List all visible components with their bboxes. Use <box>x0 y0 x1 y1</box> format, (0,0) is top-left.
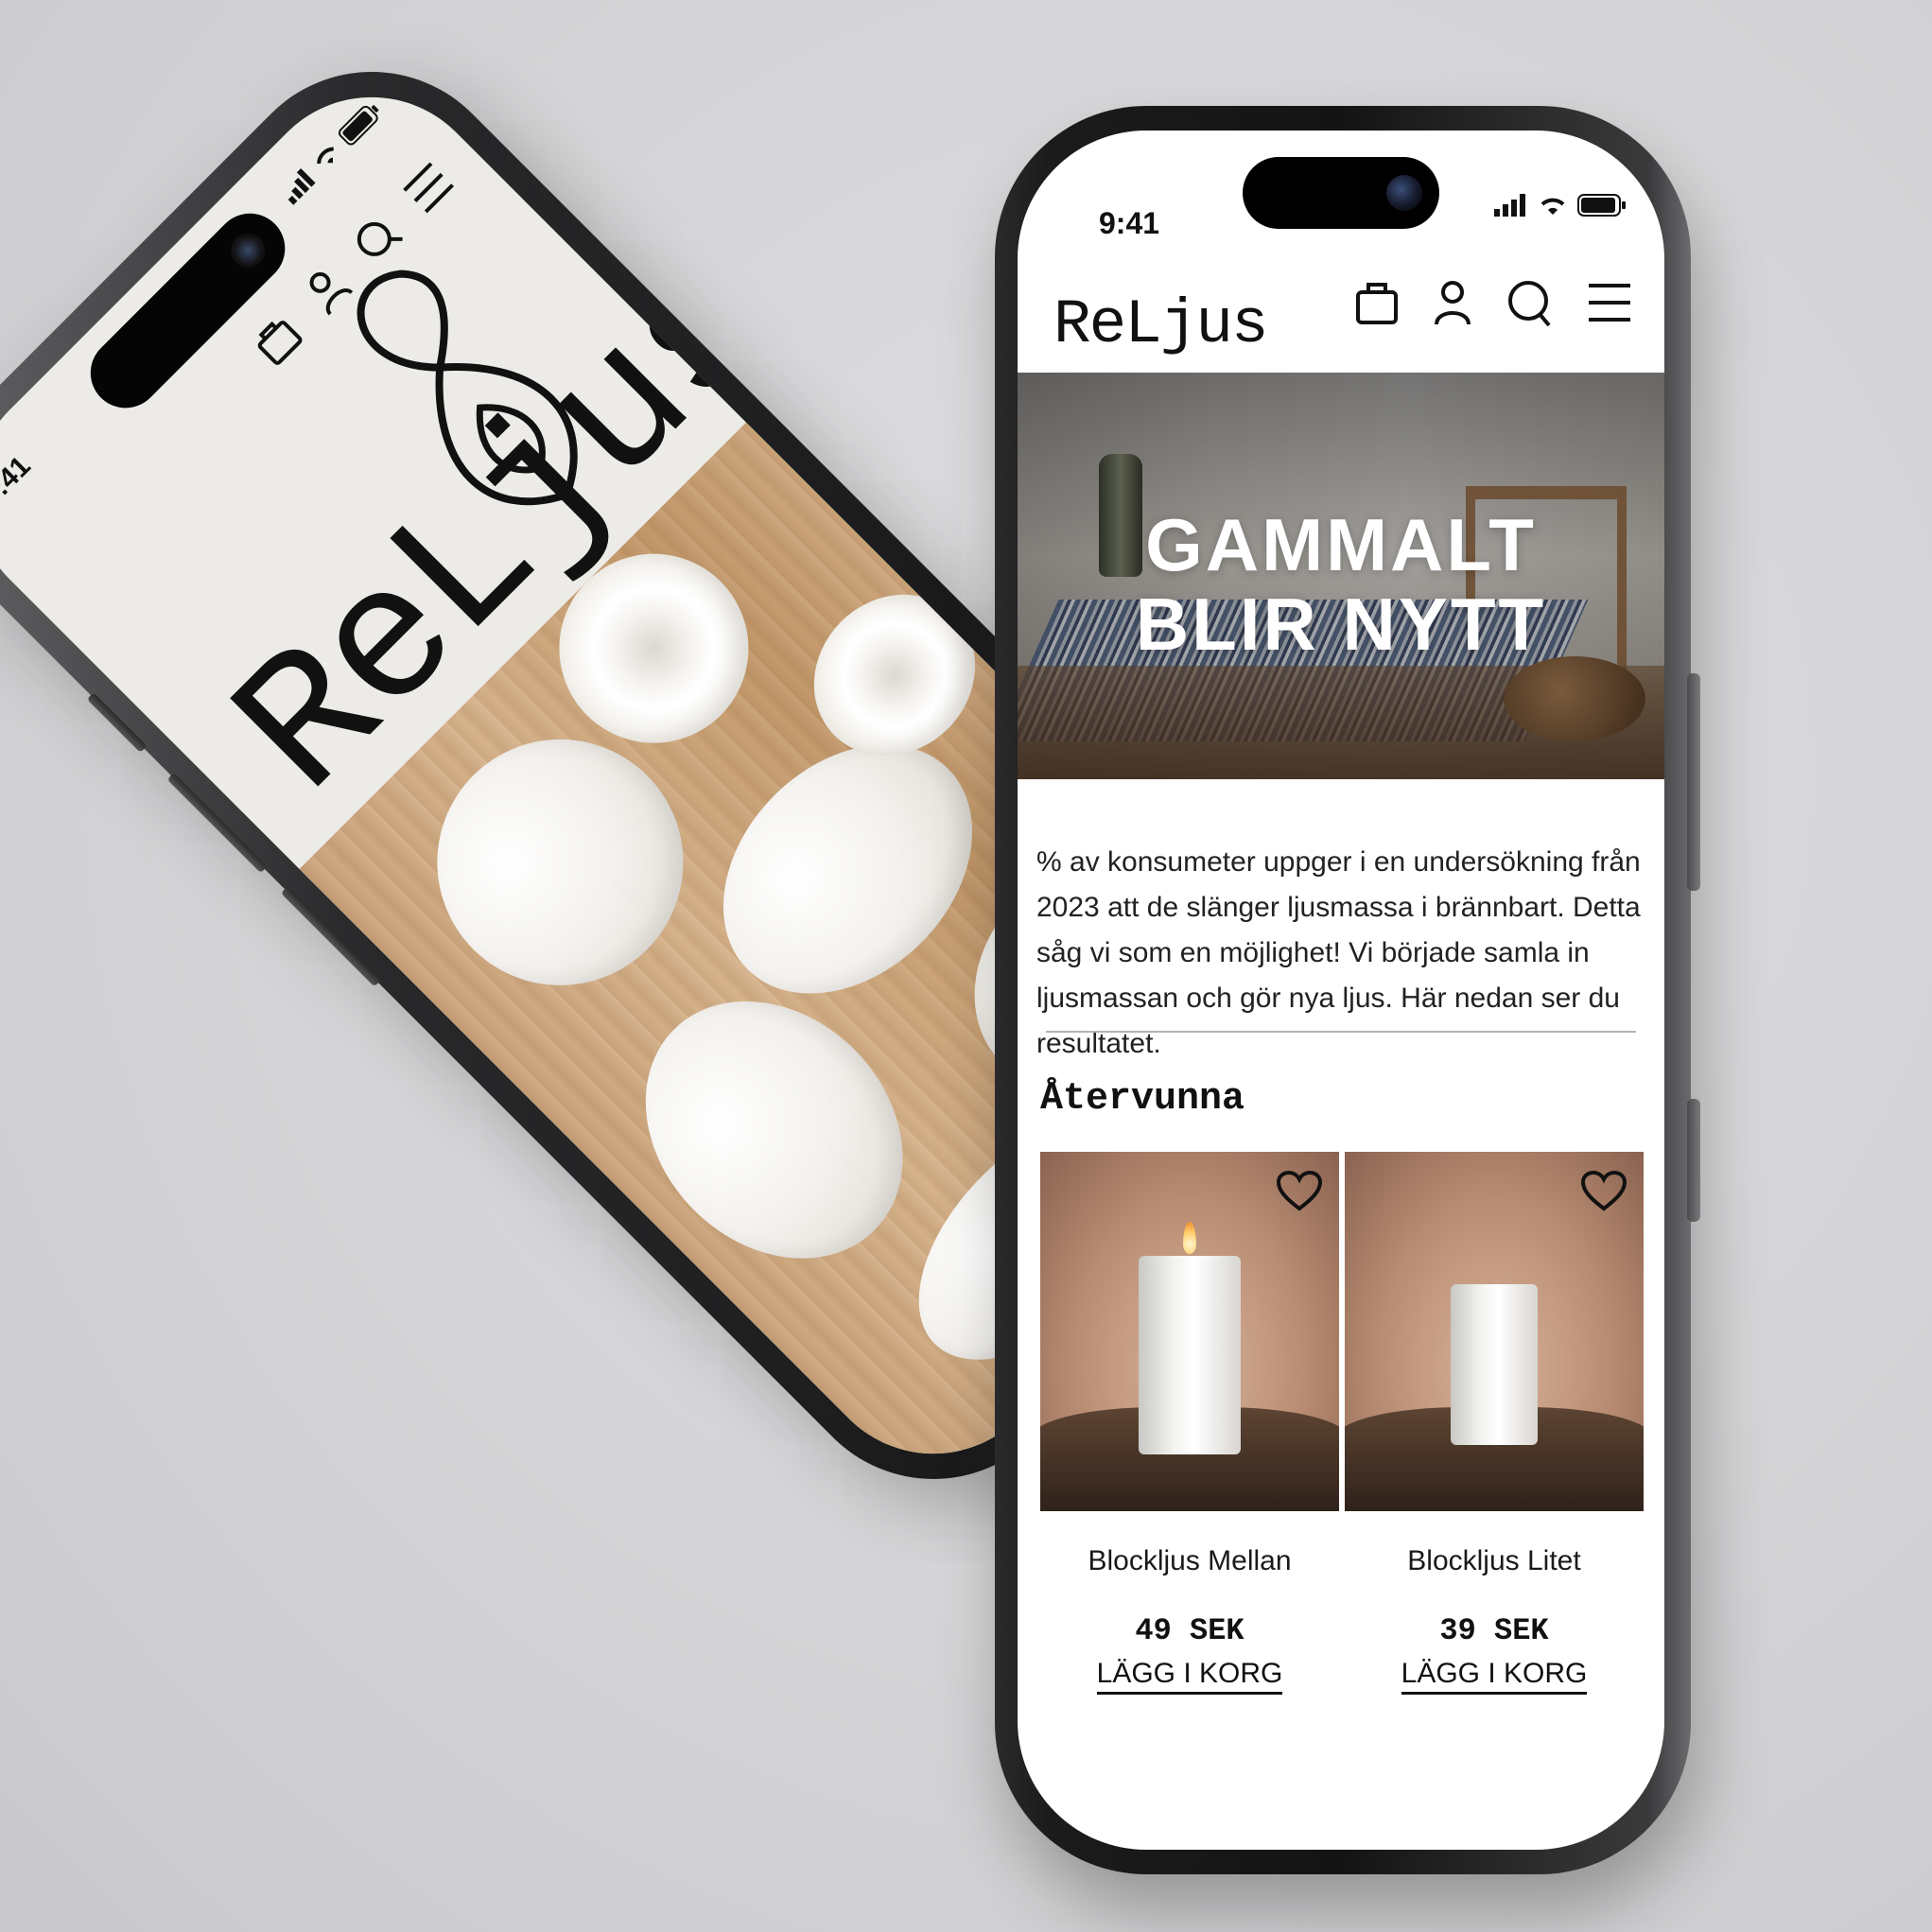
product-name: Blockljus Mellan <box>1088 1545 1292 1576</box>
camera-icon <box>1386 175 1422 211</box>
menu-icon[interactable] <box>1587 282 1632 323</box>
wifi-icon <box>317 147 334 165</box>
status-bar: 9:41 <box>1018 131 1664 253</box>
hero-banner: GAMMALT BLIR NYTT <box>1018 373 1664 779</box>
battery-icon <box>1577 194 1626 217</box>
header-icons <box>1354 278 1632 327</box>
hero-title-line-2: BLIR NYTT <box>1135 583 1547 667</box>
battery-icon <box>339 105 379 146</box>
add-to-cart-button[interactable]: LÄGG I KORG <box>1096 1658 1283 1695</box>
heart-icon[interactable] <box>1580 1170 1627 1217</box>
product-card[interactable]: Blockljus Mellan 49 SEK LÄGG I KORG <box>1040 1152 1339 1695</box>
product-price: 49 SEK <box>1135 1613 1244 1648</box>
section-title: Återvunna <box>1040 1078 1245 1121</box>
status-icons <box>1494 193 1627 218</box>
add-to-cart-button[interactable]: LÄGG I KORG <box>1401 1658 1588 1695</box>
side-button <box>1687 1099 1700 1222</box>
heart-icon[interactable] <box>1276 1170 1323 1217</box>
signal-icon <box>287 167 316 205</box>
user-icon[interactable] <box>1434 279 1471 326</box>
status-time: 9:41 <box>1099 206 1160 240</box>
signal-icon <box>1494 194 1525 217</box>
product-grid: Blockljus Mellan 49 SEK LÄGG I KORG Bloc… <box>1040 1152 1644 1695</box>
product-name: Blockljus Litet <box>1407 1545 1581 1576</box>
power-button <box>1687 673 1700 891</box>
site-header: ReLjus <box>1018 253 1664 367</box>
status-time: 9:41 <box>0 450 37 513</box>
dynamic-island <box>1243 157 1439 229</box>
pouf-image <box>1504 656 1645 741</box>
product-card[interactable]: Blockljus Litet 39 SEK LÄGG I KORG <box>1345 1152 1644 1695</box>
product-price: 39 SEK <box>1439 1613 1549 1648</box>
product-image[interactable] <box>1040 1152 1339 1511</box>
candle-image <box>1451 1284 1538 1445</box>
divider <box>1046 1031 1636 1033</box>
hero-title: GAMMALT BLIR NYTT <box>1018 503 1664 667</box>
bag-icon[interactable] <box>1354 279 1400 326</box>
candle-image <box>1139 1256 1241 1454</box>
flame-image <box>1183 1222 1196 1254</box>
brand-logo[interactable]: ReLjus <box>1053 289 1269 360</box>
wifi-icon <box>1540 198 1565 215</box>
camera-icon <box>223 226 272 275</box>
phone-right: 9:41 ReLjus GAMMALT BLIR NYTT % av konsu… <box>995 106 1700 1874</box>
phone-screen: 9:41 ReLjus GAMMALT BLIR NYTT % av konsu… <box>1018 131 1664 1850</box>
product-image[interactable] <box>1345 1152 1644 1511</box>
intro-paragraph: % av konsumeter uppger i en undersökning… <box>1036 846 1641 1059</box>
hero-title-line-1: GAMMALT <box>1145 503 1537 586</box>
search-icon[interactable] <box>1506 278 1553 327</box>
